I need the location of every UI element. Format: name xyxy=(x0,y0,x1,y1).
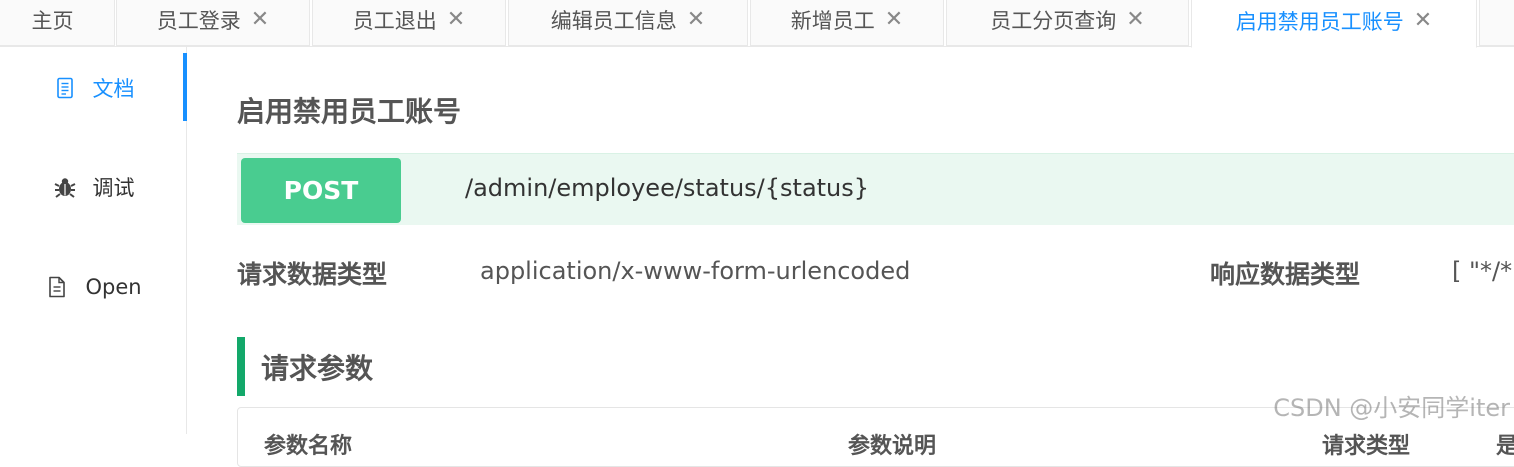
response-type-value: [ "*/*" xyxy=(1452,257,1514,285)
close-icon[interactable]: ✕ xyxy=(1126,8,1144,31)
tab-employee-page-query[interactable]: 员工分页查询 ✕ xyxy=(946,0,1189,46)
close-icon[interactable]: ✕ xyxy=(251,8,269,31)
close-icon[interactable]: ✕ xyxy=(885,8,903,31)
sidebar-item-label: Open xyxy=(85,275,142,299)
sidebar-item-label: 文档 xyxy=(92,77,135,101)
response-type-label: 响应数据类型 xyxy=(1210,260,1361,289)
request-type-value: application/x-www-form-urlencoded xyxy=(480,257,911,285)
tab-label: 新增员工 xyxy=(790,8,875,33)
section-accent-bar xyxy=(237,337,245,396)
section-title: 请求参数 xyxy=(261,351,374,385)
tab-next[interactable] xyxy=(1479,0,1514,46)
tab-employee-login[interactable]: 员工登录 ✕ xyxy=(116,0,310,46)
table-header-required: 是 xyxy=(1496,428,1514,460)
tab-label: 编辑员工信息 xyxy=(550,8,677,33)
tab-bar: 主页 员工登录 ✕ 员工退出 ✕ 编辑员工信息 ✕ 新增员工 ✕ 员工分页查询 … xyxy=(0,0,1514,48)
request-params-section: 请求参数 xyxy=(237,337,373,396)
sidebar-item-open[interactable]: Open xyxy=(0,252,187,322)
tab-employee-logout[interactable]: 员工退出 ✕ xyxy=(312,0,506,46)
tab-home[interactable]: 主页 xyxy=(0,0,115,46)
bug-icon xyxy=(53,175,77,199)
sidebar-item-docs[interactable]: 文档 xyxy=(0,53,187,123)
main-content: 启用禁用员工账号 POST /admin/employee/status/{st… xyxy=(188,47,1514,467)
tab-label: 员工退出 xyxy=(352,8,437,33)
request-type-label: 请求数据类型 xyxy=(237,260,388,289)
tab-label: 员工分页查询 xyxy=(990,8,1117,33)
tab-edit-employee[interactable]: 编辑员工信息 ✕ xyxy=(508,0,748,46)
page-title: 启用禁用员工账号 xyxy=(237,95,462,128)
watermark: CSDN @小安同学iter xyxy=(1273,394,1510,422)
close-icon[interactable]: ✕ xyxy=(687,8,705,31)
tab-toggle-employee-status[interactable]: 启用禁用员工账号 ✕ xyxy=(1191,0,1477,48)
table-header-type: 请求类型 xyxy=(1322,434,1411,459)
method-badge: POST xyxy=(241,158,401,223)
close-icon[interactable]: ✕ xyxy=(1414,9,1432,32)
sidebar-item-label: 调试 xyxy=(92,176,135,200)
sidebar-item-debug[interactable]: 调试 xyxy=(0,152,187,222)
close-icon[interactable]: ✕ xyxy=(447,8,465,31)
endpoint-path: /admin/employee/status/{status} xyxy=(465,174,870,202)
table-header-desc: 参数说明 xyxy=(848,434,937,459)
table-header-name: 参数名称 xyxy=(264,434,353,459)
tab-add-employee[interactable]: 新增员工 ✕ xyxy=(750,0,944,46)
tab-label: 员工登录 xyxy=(156,8,241,33)
sidebar: 文档 调试 Open xyxy=(0,47,187,434)
tab-label: 启用禁用员工账号 xyxy=(1235,9,1404,34)
file-icon xyxy=(45,275,69,299)
endpoint-bar: POST /admin/employee/status/{status} xyxy=(237,153,1514,225)
document-icon xyxy=(53,76,77,100)
tab-label: 主页 xyxy=(31,8,74,33)
